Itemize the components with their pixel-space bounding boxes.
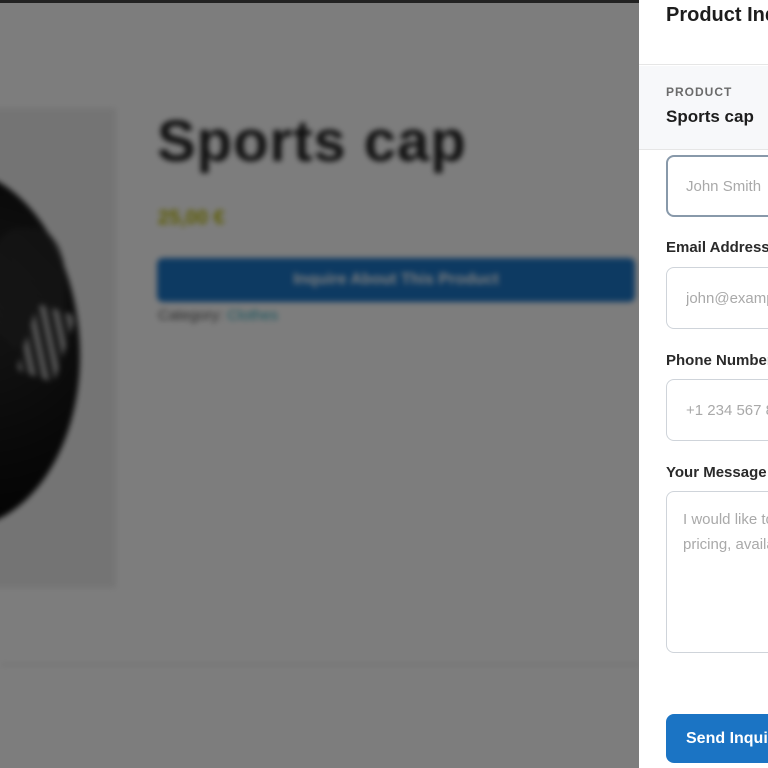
product-summary: PRODUCT Sports cap bbox=[639, 66, 768, 150]
product-label: PRODUCT bbox=[666, 85, 733, 99]
inquiry-drawer: Product Inquiry PRODUCT Sports cap Email… bbox=[639, 0, 768, 768]
message-label: Your Message bbox=[666, 464, 767, 481]
email-input[interactable] bbox=[666, 267, 768, 329]
phone-input[interactable] bbox=[666, 379, 768, 441]
message-textarea[interactable] bbox=[666, 491, 768, 653]
product-name: Sports cap bbox=[666, 107, 754, 126]
drawer-title: Product Inquiry bbox=[666, 4, 768, 26]
drawer-header: Product Inquiry bbox=[639, 0, 768, 65]
submit-button[interactable]: Send Inquiry bbox=[666, 714, 768, 763]
email-label: Email Address bbox=[666, 239, 768, 256]
name-input[interactable] bbox=[666, 155, 768, 217]
phone-label: Phone Number bbox=[666, 352, 768, 369]
